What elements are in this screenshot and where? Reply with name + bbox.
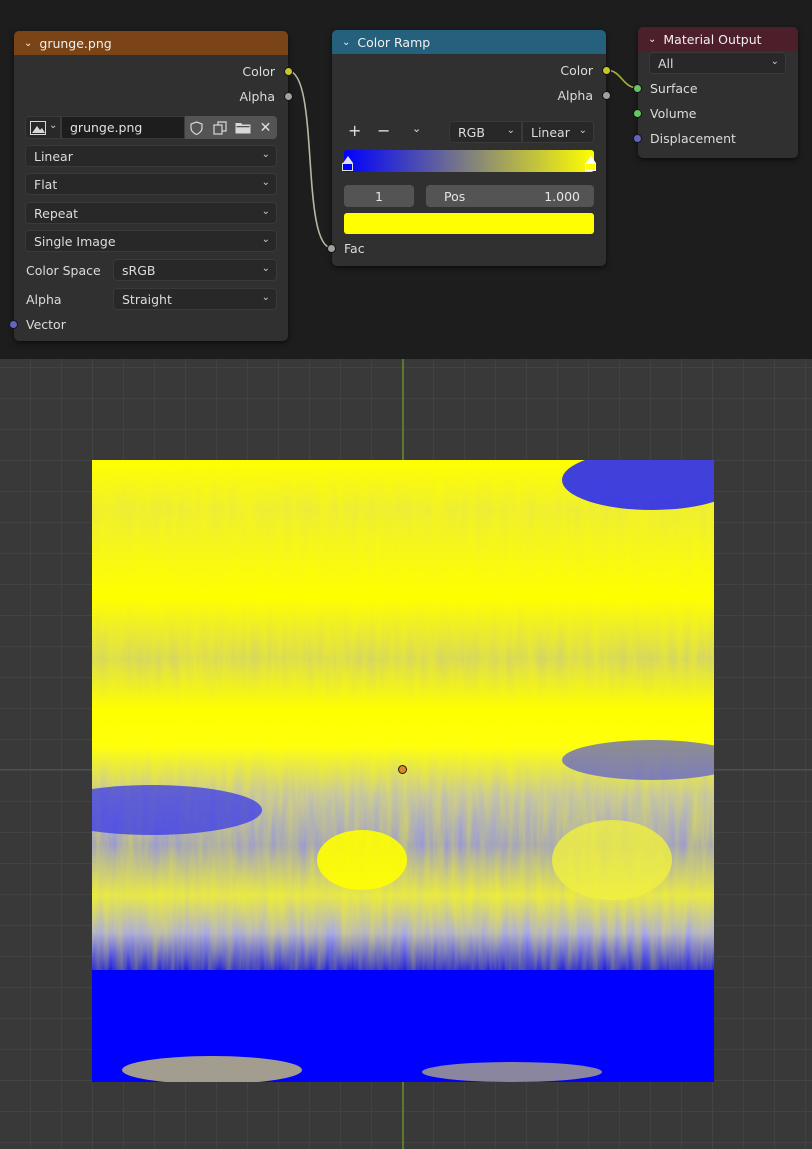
3d-viewport[interactable] <box>0 359 812 1149</box>
source-dropdown[interactable]: Single Image ⌄ <box>25 230 277 252</box>
duplicate-button[interactable] <box>208 116 231 139</box>
open-image-button[interactable] <box>231 116 254 139</box>
color-space-label: Color Space <box>26 263 101 278</box>
input-displacement-socket[interactable] <box>633 134 642 143</box>
input-displacement-label: Displacement <box>650 131 736 146</box>
color-space-value: sRGB <box>122 262 156 278</box>
chevron-down-icon: ⌄ <box>49 120 58 131</box>
fake-user-button[interactable] <box>185 116 208 139</box>
node-editor[interactable]: ⌄ grunge.png Color Alpha ⌄ grunge.png ✕ … <box>0 0 812 359</box>
color-ramp-gradient[interactable] <box>344 150 594 172</box>
remove-stop-button[interactable]: − <box>377 121 390 140</box>
color-mode-dropdown[interactable]: RGB ⌄ <box>449 121 522 143</box>
image-browse-icon <box>30 121 46 135</box>
projection-dropdown[interactable]: Flat ⌄ <box>25 173 277 195</box>
node-title: grunge.png <box>39 35 112 51</box>
alpha-label: Alpha <box>26 292 62 307</box>
fake-user-shield-icon <box>190 120 203 135</box>
input-vector-label: Vector <box>26 317 66 332</box>
stop-position-field[interactable]: Pos 1.000 <box>426 185 594 207</box>
color-ramp-node-header[interactable]: ⌄ Color Ramp <box>332 30 606 54</box>
input-surface-socket[interactable] <box>633 84 642 93</box>
node-title: Material Output <box>663 31 762 47</box>
ramp-interpolation-value: Linear <box>531 124 570 140</box>
collapse-chevron-icon[interactable]: ⌄ <box>342 37 350 48</box>
image-texture-node[interactable]: ⌄ grunge.png Color Alpha ⌄ grunge.png ✕ … <box>9 31 293 341</box>
active-stop-index-field[interactable]: 1 <box>344 185 414 207</box>
color-mode-value: RGB <box>458 124 485 140</box>
input-volume-label: Volume <box>650 106 697 121</box>
image-texture-node-header[interactable]: ⌄ grunge.png <box>14 31 288 55</box>
image-name-text: grunge.png <box>70 120 143 135</box>
collapse-chevron-icon[interactable]: ⌄ <box>24 38 32 49</box>
close-icon: ✕ <box>259 119 272 136</box>
chevron-down-icon: ⌄ <box>506 125 515 136</box>
output-color-socket[interactable] <box>284 67 293 76</box>
active-stop-color-swatch[interactable] <box>344 213 594 234</box>
stop-position-label: Pos <box>444 188 466 204</box>
node-title: Color Ramp <box>357 34 431 50</box>
output-alpha-label: Alpha <box>239 89 275 104</box>
color-ramp-node[interactable]: ⌄ Color Ramp Color Alpha + − ⌄ RGB ⌄ Lin… <box>327 30 611 266</box>
chevron-down-icon: ⌄ <box>261 234 270 245</box>
input-surface-label: Surface <box>650 81 698 96</box>
add-stop-button[interactable]: + <box>348 121 361 140</box>
chevron-down-icon: ⌄ <box>261 177 270 188</box>
chevron-down-icon: ⌄ <box>261 206 270 217</box>
chevron-down-icon: ⌄ <box>770 56 779 67</box>
folder-icon <box>235 123 250 134</box>
output-alpha-socket[interactable] <box>284 92 293 101</box>
duplicate-icon <box>212 120 227 135</box>
source-value: Single Image <box>34 233 116 249</box>
image-browse-button[interactable]: ⌄ <box>25 116 61 139</box>
interpolation-value: Linear <box>34 148 73 164</box>
input-vector-socket[interactable] <box>9 320 18 329</box>
output-alpha-socket[interactable] <box>602 91 611 100</box>
chevron-down-icon: ⌄ <box>261 149 270 160</box>
chevron-down-icon: ⌄ <box>261 292 270 303</box>
extension-value: Repeat <box>34 205 79 221</box>
output-alpha-label: Alpha <box>557 88 593 103</box>
render-target-value: All <box>658 55 674 71</box>
chevron-down-icon: ⌄ <box>578 125 587 136</box>
output-color-label: Color <box>560 63 593 78</box>
ramp-stop-0-marker[interactable] <box>342 156 353 171</box>
ramp-stop-1-marker[interactable] <box>585 156 596 171</box>
color-space-dropdown[interactable]: sRGB ⌄ <box>113 259 277 281</box>
interpolation-dropdown[interactable]: Linear ⌄ <box>25 145 277 167</box>
ramp-interpolation-dropdown[interactable]: Linear ⌄ <box>522 121 594 143</box>
collapse-chevron-icon[interactable]: ⌄ <box>648 34 656 45</box>
unlink-image-button[interactable]: ✕ <box>254 116 277 139</box>
input-fac-socket[interactable] <box>327 244 336 253</box>
material-output-node-header[interactable]: ⌄ Material Output <box>638 27 798 51</box>
input-volume-socket[interactable] <box>633 109 642 118</box>
output-color-label: Color <box>242 64 275 79</box>
alpha-mode-dropdown[interactable]: Straight ⌄ <box>113 288 277 310</box>
object-origin-dot[interactable] <box>398 765 407 774</box>
stop-position-value: 1.000 <box>544 188 580 204</box>
alpha-mode-value: Straight <box>122 291 172 307</box>
projection-value: Flat <box>34 176 58 192</box>
active-stop-index-value: 1 <box>375 188 383 204</box>
ramp-menu-chevron-icon[interactable]: ⌄ <box>412 122 421 135</box>
input-fac-label: Fac <box>344 241 365 256</box>
chevron-down-icon: ⌄ <box>261 263 270 274</box>
image-selector[interactable]: ⌄ grunge.png ✕ <box>25 116 277 139</box>
image-name-field[interactable]: grunge.png <box>61 116 185 139</box>
extension-dropdown[interactable]: Repeat ⌄ <box>25 202 277 224</box>
material-output-node[interactable]: ⌄ Material Output All ⌄ Surface Volume D… <box>633 27 798 158</box>
output-color-socket[interactable] <box>602 66 611 75</box>
link-image-color-to-fac <box>287 70 333 249</box>
render-target-dropdown[interactable]: All ⌄ <box>649 52 786 74</box>
